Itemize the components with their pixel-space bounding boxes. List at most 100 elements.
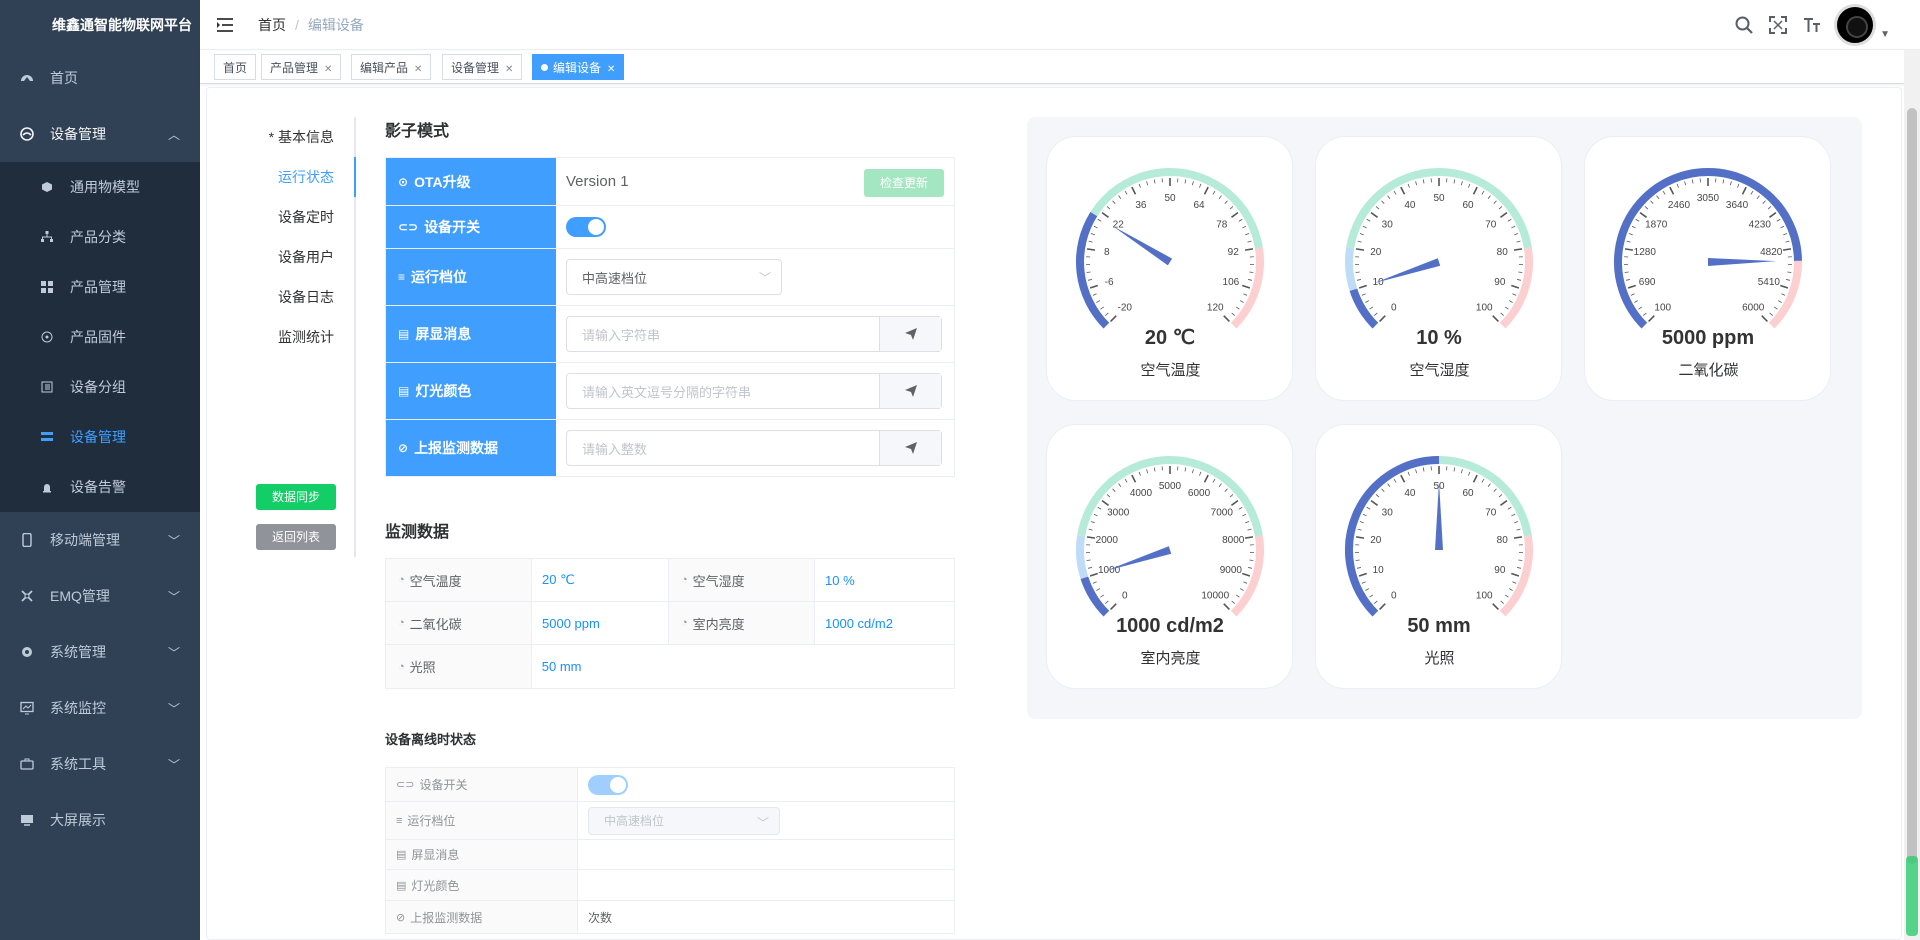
gauge-tick [1249,271,1254,273]
sidebar-item-mobile[interactable]: 移动端管理 ﹀ [0,512,200,568]
gauge-svg: -20 -6 8 22 36 50 64 78 92 106 120 20 ℃ [1076,168,1264,349]
gauge-tick [1625,279,1631,281]
gauge-tick [1359,233,1364,236]
monitor-label: ◔ 空气温度 [386,559,532,601]
gauge-tick [1112,488,1116,492]
avatar[interactable] [1834,4,1877,46]
search-icon[interactable] [1734,15,1754,35]
tab-monitor-stats[interactable]: 监测统计 [220,317,354,357]
gauge-tick [1508,588,1513,591]
tag-device-mgmt[interactable]: 设备管理 ✕ [442,54,523,80]
sidebar-item-tools[interactable]: 系统工具 ﹀ [0,736,200,792]
gauge-tick [1785,279,1791,281]
gauge-tick-label: -20 [1118,302,1133,313]
gauge-svg: 0100020003000400050006000700080009000100… [1076,456,1264,637]
gauge-tick [1357,240,1362,243]
gauge-tick-label: 120 [1207,302,1224,313]
gauge-tick [1787,271,1792,273]
gauge-tick [1737,183,1740,188]
gauge-tick [1365,588,1370,591]
gauge-tick [1776,218,1781,222]
caret-down-icon[interactable]: ▼ [1880,29,1890,40]
send-icon[interactable] [879,317,941,351]
light-color-label: ▤ 灯光颜色 [386,363,556,419]
monitor-label-text: 光照 [409,660,436,675]
hamburger-icon[interactable] [216,15,236,35]
sidebar-item-thing-model[interactable]: 通用物模型 [0,162,200,212]
tab-basic-info[interactable]: * 基本信息 [220,117,354,157]
sidebar-item-monitor[interactable]: 系统监控 ﹀ [0,680,200,736]
gauge-tick [1638,306,1643,310]
sidebar-item-device-mgmt[interactable]: 设备管理 ︿ [0,106,200,162]
gauge-tick [1468,471,1471,476]
sidebar-item-product-category[interactable]: 产品分类 [0,212,200,262]
data-sync-button[interactable]: 数据同步 [256,484,336,510]
tag-product-mgmt[interactable]: 产品管理 ✕ [261,54,342,80]
sidebar-item-product-mgmt[interactable]: 产品管理 [0,262,200,312]
check-update-button[interactable]: 检查更新 [864,169,944,197]
gauge-tick [1472,474,1478,483]
tag-edit-product[interactable]: 编辑产品 ✕ [351,54,432,80]
sidebar-item-label: 设备分组 [70,379,126,395]
gauge-tick [1780,225,1785,229]
gauge-tick-label: 8 [1104,247,1110,258]
gauge-icon: ◔ [681,617,688,629]
report-input[interactable]: 请输入整数 [567,431,879,465]
sidebar-item-label: 产品固件 [70,329,126,345]
tag-label: 编辑设备 [553,61,602,75]
light-color-input[interactable]: 请输入英文逗号分隔的字符串 [567,374,879,408]
tag-home[interactable]: 首页 [214,54,257,80]
tag-edit-device[interactable]: 编辑设备 ✕ [532,54,625,80]
gauge-tick [1635,218,1640,222]
tab-device-timer[interactable]: 设备定时 [220,197,354,237]
font-size-icon[interactable] [1802,15,1822,35]
gauge-tick [1101,499,1109,506]
back-to-list-button[interactable]: 返回列表 [256,524,336,550]
sidebar-item-system[interactable]: 系统管理 ﹀ [0,624,200,680]
gauge-tick [1516,528,1521,531]
gauge-tick [1393,478,1397,483]
gear-select[interactable]: 中高速档位 ﹀ [566,259,782,295]
close-icon[interactable]: ✕ [607,64,615,75]
gauge-tick [1100,306,1105,310]
scrollbar-thumb[interactable] [1907,108,1917,864]
monitor-value: 50 mm [541,659,582,674]
gauge-tick [1400,186,1406,195]
tab-device-log[interactable]: 设备日志 [220,277,354,317]
sidebar-item-label: 通用物模型 [70,179,140,195]
screen-msg-input[interactable]: 请输入字符串 [567,317,879,351]
device-switch-toggle[interactable] [566,217,606,237]
sidebar-item-device-alarm[interactable]: 设备告警 [0,462,200,512]
close-icon[interactable]: ✕ [324,64,332,75]
breadcrumb-home[interactable]: 首页 [258,17,286,33]
fullscreen-icon[interactable] [1768,15,1788,35]
sidebar-item-firmware[interactable]: 产品固件 [0,312,200,362]
table-row: ◔ 二氧化碳 5000 ppm ◔ 室内亮度 1000 cd/m2 [386,602,954,645]
close-icon[interactable]: ✕ [414,64,422,75]
floating-widget[interactable] [1906,856,1918,936]
close-icon[interactable]: ✕ [505,64,513,75]
gauge-tick [1092,581,1097,584]
gauge-tick [1184,179,1187,184]
sidebar-item-home[interactable]: 首页 [0,50,200,106]
sidebar-item-device-group[interactable]: 设备分组 [0,362,200,412]
tab-run-status[interactable]: 运行状态 [220,157,356,197]
gauge-tick [1131,474,1137,483]
gauge-tick [1203,474,1209,483]
firmware-icon [40,330,54,344]
gauge-tick [1238,218,1243,222]
sidebar-item-bigscreen[interactable]: 大屏展示 [0,792,200,848]
tab-device-user[interactable]: 设备用户 [220,237,354,277]
send-icon[interactable] [879,374,941,408]
gauge-tick [1492,315,1499,322]
sidebar-item-device-list[interactable]: 设备管理 [0,412,200,462]
chevron-down-icon: ﹀ [167,702,180,716]
page-scrollbar[interactable] [1904,50,1920,940]
sidebar-item-emq[interactable]: EMQ管理 ﹀ [0,568,200,624]
gauge-tick [1184,467,1187,472]
gauge-tick [1504,594,1509,598]
gauge-tick [1481,478,1485,483]
gauge-tick [1089,284,1098,289]
send-icon[interactable] [879,431,941,465]
gauge-tick [1514,521,1519,524]
